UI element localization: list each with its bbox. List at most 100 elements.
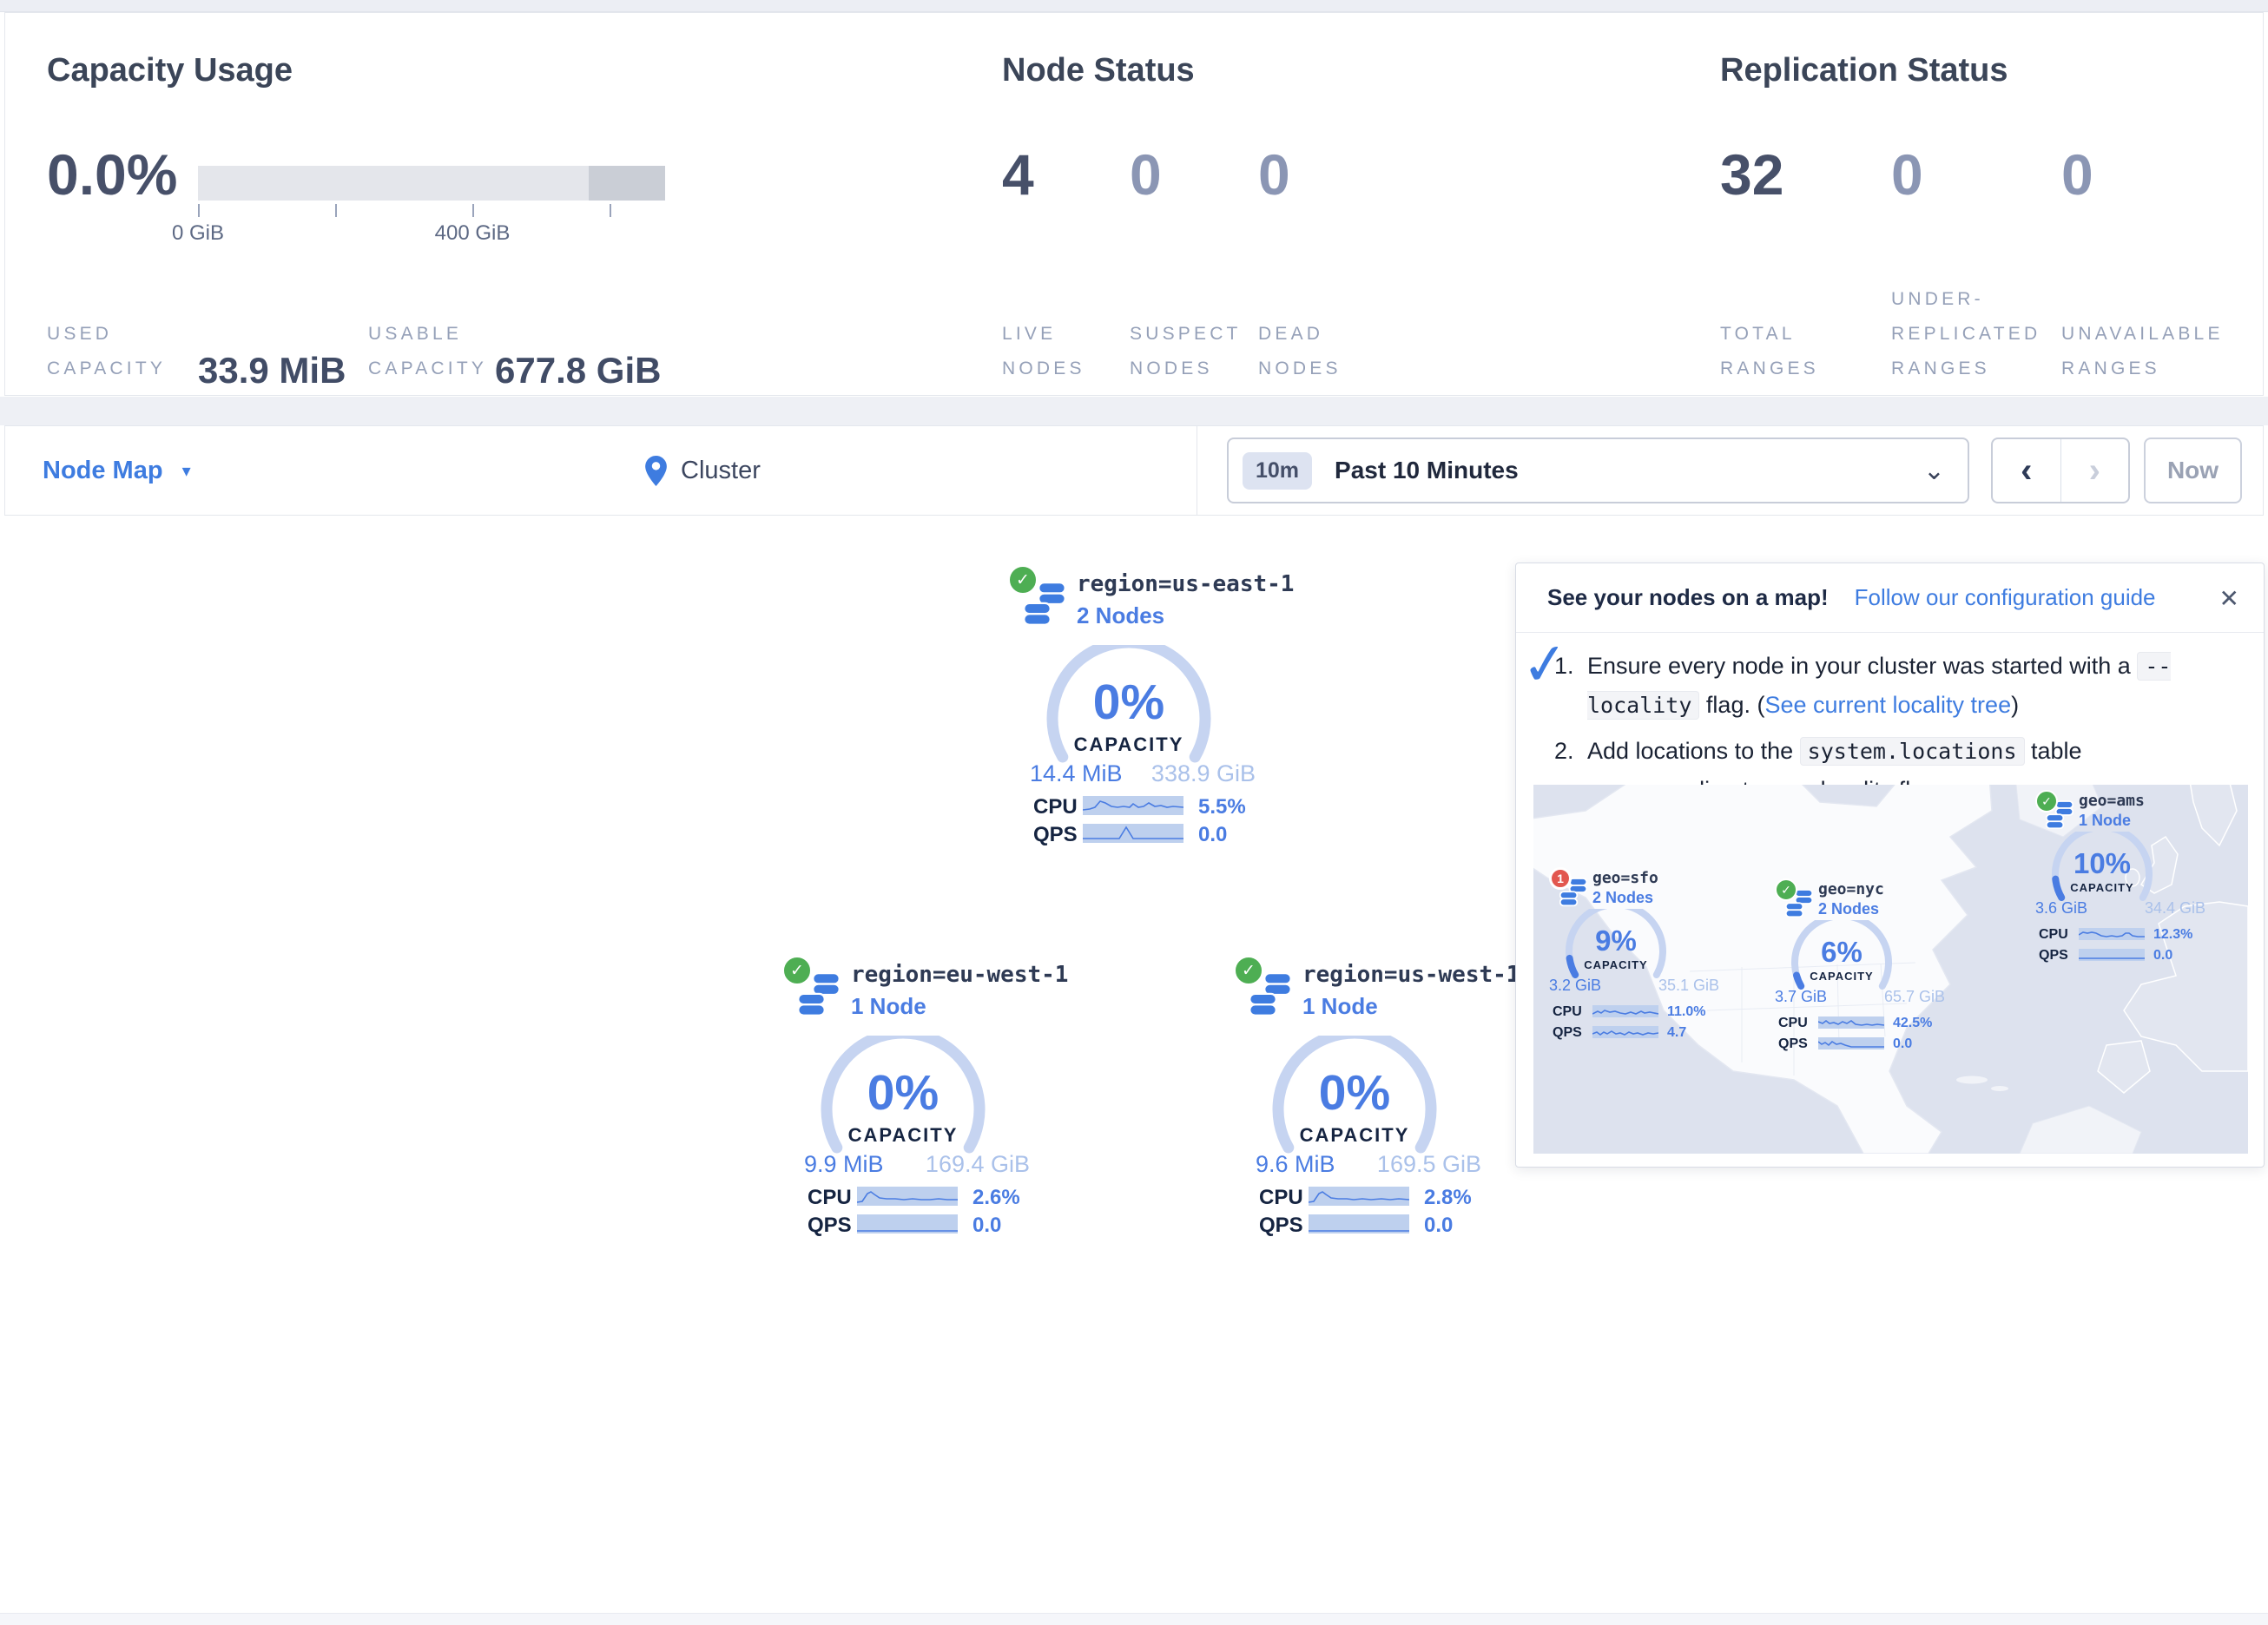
map-node-name: geo=sfo (1592, 869, 1658, 887)
map-node-name: geo=nyc (1818, 880, 1884, 898)
configuration-guide-link[interactable]: Follow our configuration guide (1855, 584, 2156, 611)
cluster-summary-panel: Capacity Usage 0.0% 0 GiB 400 GiB USED C… (4, 12, 2264, 396)
cpu-label: CPU (1033, 795, 1078, 819)
capacity-axis-tick (472, 204, 474, 217)
system-locations-code: system.locations (1800, 737, 2025, 766)
region-nodes-link[interactable]: 2 Nodes (1077, 602, 1164, 629)
locality-tree-link[interactable]: See current locality tree (1764, 692, 2011, 718)
region-card-us-west-1: ✓ region=us-west-1 1 Node 0% CAPACITY 9.… (1231, 953, 1485, 1241)
cpu-label: CPU (1553, 1004, 1582, 1020)
setup-step-1: 1.Ensure every node in your cluster was … (1554, 647, 2232, 725)
cpu-value: 42.5% (1893, 1016, 1932, 1031)
region-nodes-link[interactable]: 1 Node (1302, 993, 1378, 1020)
qps-value: 0.0 (1424, 1214, 1453, 1238)
region-used-capacity: 9.6 MiB (1256, 1151, 1335, 1178)
map-node-count: 2 Nodes (1818, 900, 1879, 918)
footer-strip (0, 1613, 2268, 1625)
chevron-down-icon: ⌄ (1923, 456, 1945, 486)
map-node-count: 2 Nodes (1592, 889, 1653, 907)
cpu-value: 2.6% (972, 1186, 1020, 1210)
region-used-capacity: 14.4 MiB (1030, 760, 1123, 787)
now-button[interactable]: Now (2144, 438, 2242, 503)
suspect-nodes-label: SUSPECT NODES (1130, 317, 1242, 386)
capacity-bar-reserved-segment (589, 166, 665, 201)
caret-down-icon: ▾ (182, 460, 191, 482)
capacity-percent: 9% (1559, 924, 1672, 957)
error-badge-icon: 1 (1549, 867, 1572, 890)
qps-sparkline (2079, 949, 2145, 961)
capacity-caption: CAPACITY (1785, 970, 1898, 983)
view-selector-dropdown[interactable]: Node Map ▾ (43, 426, 191, 515)
location-pin-icon (645, 456, 667, 486)
qps-row: QPS 4.7 (1553, 1025, 1719, 1039)
qps-row: QPS 0.0 (1033, 823, 1242, 844)
capacity-caption: CAPACITY (1559, 958, 1672, 971)
cpu-sparkline (857, 1187, 958, 1206)
qps-sparkline (1309, 1214, 1409, 1234)
healthy-check-badge-icon: ✓ (781, 955, 813, 986)
capacity-percent: 0% (1263, 1064, 1446, 1122)
healthy-check-badge-icon: ✓ (2035, 790, 2058, 812)
map-node-name: geo=ams (2079, 792, 2145, 810)
time-forward-button[interactable]: › (2061, 439, 2129, 502)
usable-capacity-value: 677.8 GiB (495, 350, 661, 391)
cpu-row: CPU 42.5% (1778, 1016, 1945, 1030)
cpu-value: 12.3% (2153, 927, 2192, 943)
cpu-sparkline (2079, 928, 2145, 940)
node-status-title: Node Status (1002, 52, 1195, 89)
capacity-axis-label: 0 GiB (172, 221, 224, 246)
healthy-check-badge-icon: ✓ (1007, 564, 1038, 595)
cpu-value: 2.8% (1424, 1186, 1472, 1210)
time-pager: ‹ › (1991, 438, 2130, 503)
region-nodes-link[interactable]: 1 Node (851, 993, 926, 1020)
example-node-map: 1 geo=sfo 2 Nodes 9% CAPACITY 3.2 GiB 35… (1533, 785, 2248, 1154)
cpu-value: 11.0% (1667, 1004, 1705, 1020)
prev-arrow-icon: ‹ (2021, 451, 2032, 490)
region-total-capacity: 338.9 GiB (1151, 760, 1256, 787)
time-range-badge: 10m (1243, 452, 1312, 490)
capacity-percent: 0.0% (47, 141, 177, 207)
region-card-eu-west-1: ✓ region=eu-west-1 1 Node 0% CAPACITY 9.… (780, 953, 1033, 1241)
capacity-caption: CAPACITY (1038, 734, 1220, 756)
cpu-label: CPU (1259, 1186, 1303, 1210)
region-name: region=eu-west-1 (851, 962, 1068, 988)
healthy-check-badge-icon: ✓ (1775, 878, 1797, 901)
qps-label: QPS (808, 1214, 852, 1238)
capacity-usage-title: Capacity Usage (47, 52, 293, 89)
qps-value: 4.7 (1667, 1025, 1686, 1041)
close-icon[interactable]: ✕ (2219, 584, 2239, 613)
breadcrumb[interactable]: Cluster (645, 426, 761, 515)
live-nodes-value: 4 (1002, 141, 1034, 207)
qps-value: 0.0 (1198, 823, 1227, 847)
next-arrow-icon: › (2089, 451, 2100, 490)
time-back-button[interactable]: ‹ (1993, 439, 2061, 502)
time-range-select[interactable]: 10m Past 10 Minutes ⌄ (1227, 438, 1969, 503)
cpu-label: CPU (2039, 927, 2068, 943)
capacity-percent: 0% (1038, 674, 1220, 731)
qps-label: QPS (1553, 1025, 1582, 1041)
qps-label: QPS (1033, 823, 1078, 847)
qps-label: QPS (1259, 1214, 1303, 1238)
cpu-row: CPU 5.5% (1033, 795, 1242, 816)
region-name: region=us-east-1 (1077, 571, 1294, 597)
cpu-row: CPU 2.8% (1259, 1186, 1467, 1207)
live-nodes-label: LIVE NODES (1002, 317, 1085, 386)
tooltip-header: See your nodes on a map! Follow our conf… (1516, 563, 2264, 633)
map-toolbar: Node Map ▾ Cluster 10m Past 10 Minutes ⌄… (4, 425, 2264, 516)
suspect-nodes-value: 0 (1130, 141, 1162, 207)
qps-value: 0.0 (2153, 948, 2172, 964)
used-capacity: 3.2 GiB (1549, 977, 1601, 995)
region-name: region=us-west-1 (1302, 962, 1520, 988)
usable-capacity-label: USABLE CAPACITY (368, 317, 487, 386)
qps-row: QPS 0.0 (2039, 948, 2205, 962)
unavailable-ranges-value: 0 (2061, 141, 2093, 207)
region-card-us-east-1: ✓ region=us-east-1 2 Nodes 0% CAPACITY 1… (1005, 562, 1259, 851)
qps-value: 0.0 (1893, 1036, 1912, 1052)
qps-value: 0.0 (972, 1214, 1001, 1238)
qps-sparkline (1592, 1026, 1658, 1038)
qps-sparkline (1818, 1037, 1884, 1049)
cockroachdb-cluster-overview: Capacity Usage 0.0% 0 GiB 400 GiB USED C… (0, 0, 2268, 1625)
used-capacity: 3.6 GiB (2035, 899, 2087, 918)
region-total-capacity: 169.5 GiB (1377, 1151, 1481, 1178)
section-gap (0, 397, 2268, 425)
